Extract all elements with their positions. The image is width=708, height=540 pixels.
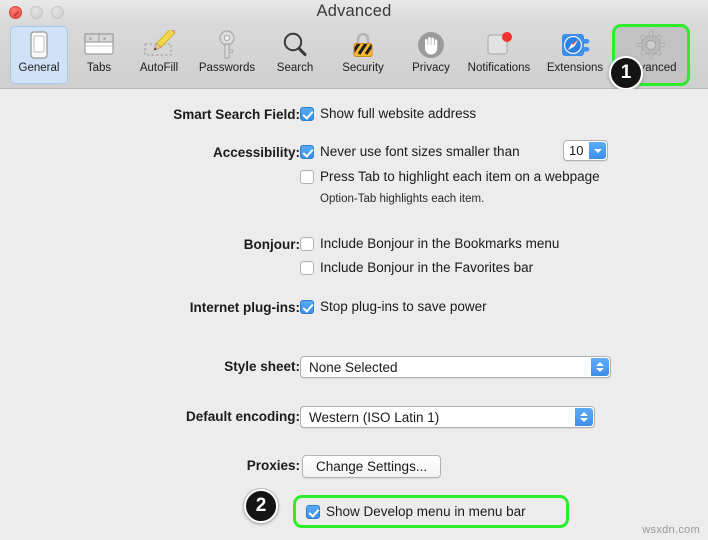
svg-text:×: ×	[89, 37, 92, 43]
label-internet-plugins: Internet plug-ins:	[189, 300, 300, 315]
change-settings-button[interactable]: Change Settings...	[302, 455, 442, 478]
checkbox-box[interactable]	[300, 106, 314, 121]
label-smart-search-field: Smart Search Field:	[173, 107, 300, 122]
toolbar-item-search[interactable]: Search	[266, 26, 324, 84]
title-bar: Advanced	[0, 0, 708, 27]
checkbox-press-tab[interactable]: Press Tab to highlight each item on a we…	[300, 169, 600, 184]
stepper-arrows-icon[interactable]	[575, 408, 593, 426]
checkbox-stop-plugins-save-power[interactable]: Stop plug-ins to save power	[300, 299, 487, 314]
watermark: wsxdn.com	[642, 524, 700, 536]
toolbar-item-passwords[interactable]: Passwords	[190, 26, 264, 84]
preferences-content: Smart Search Field: Show full website ad…	[0, 89, 708, 540]
checkbox-never-use-font-sizes[interactable]: Never use font sizes smaller than	[300, 144, 520, 159]
font-size-value: 10	[569, 143, 584, 158]
window-title: Advanced	[316, 2, 392, 20]
security-lock-icon	[346, 29, 380, 61]
default-encoding-value: Western (ISO Latin 1)	[309, 409, 440, 425]
toolbar-label-search: Search	[276, 62, 314, 74]
passwords-key-icon	[210, 29, 244, 61]
privacy-hand-icon	[414, 29, 448, 61]
chevron-down-icon[interactable]	[589, 142, 606, 159]
annotation-badge-1: 1	[609, 56, 643, 90]
style-sheet-popup[interactable]: None Selected	[300, 356, 611, 378]
checkbox-bonjour-bookmarks-menu[interactable]: Include Bonjour in the Bookmarks menu	[300, 236, 559, 251]
checkbox-label: Never use font sizes smaller than	[320, 144, 520, 159]
checkbox-box[interactable]	[300, 260, 314, 275]
safari-preferences-window: Advanced General × × Tabs AutoFill Passw…	[0, 0, 708, 540]
label-bonjour: Bonjour:	[243, 237, 300, 252]
checkbox-bonjour-favorites-bar[interactable]: Include Bonjour in the Favorites bar	[300, 260, 533, 275]
checkbox-label: Show full website address	[320, 106, 477, 121]
toolbar-label-passwords: Passwords	[198, 62, 256, 74]
checkbox-label: Press Tab to highlight each item on a we…	[320, 169, 600, 184]
checkbox-label: Include Bonjour in the Favorites bar	[320, 260, 534, 275]
toolbar-label-autofill: AutoFill	[139, 62, 179, 74]
general-icon	[22, 29, 56, 61]
tabs-icon: × ×	[82, 29, 116, 61]
checkbox-box[interactable]	[300, 236, 314, 251]
stepper-arrows-icon[interactable]	[591, 358, 609, 376]
toolbar-item-general[interactable]: General	[10, 26, 68, 84]
accessibility-hint: Option-Tab highlights each item.	[320, 193, 485, 205]
svg-text:×: ×	[103, 37, 106, 43]
toolbar-item-autofill[interactable]: AutoFill	[130, 26, 188, 84]
search-icon	[278, 29, 312, 61]
default-encoding-popup[interactable]: Western (ISO Latin 1)	[300, 406, 595, 428]
toolbar-item-extensions[interactable]: Extensions	[538, 26, 612, 84]
font-size-popup[interactable]: 10	[563, 140, 608, 161]
preferences-toolbar: General × × Tabs AutoFill Passwords Sear…	[0, 24, 708, 89]
highlight-box-develop-menu: Show Develop menu in menu bar	[293, 495, 569, 528]
checkbox-show-develop-menu[interactable]: Show Develop menu in menu bar	[306, 504, 526, 519]
advanced-gear-icon	[634, 29, 668, 61]
notifications-icon	[482, 29, 516, 61]
toolbar-item-privacy[interactable]: Privacy	[402, 26, 460, 84]
annotation-badge-2: 2	[244, 489, 278, 523]
style-sheet-value: None Selected	[309, 359, 398, 375]
checkbox-box[interactable]	[300, 144, 314, 159]
label-proxies: Proxies:	[246, 458, 300, 473]
toolbar-item-security[interactable]: Security	[326, 26, 400, 84]
extensions-icon	[558, 29, 592, 61]
checkbox-label: Include Bonjour in the Bookmarks menu	[320, 236, 560, 251]
checkbox-label: Show Develop menu in menu bar	[326, 504, 526, 519]
label-default-encoding: Default encoding:	[186, 409, 300, 424]
autofill-icon	[142, 29, 176, 61]
toolbar-label-security: Security	[342, 62, 384, 74]
toolbar-label-tabs: Tabs	[86, 62, 112, 74]
toolbar-label-privacy: Privacy	[412, 62, 450, 74]
checkbox-box[interactable]	[306, 504, 320, 519]
toolbar-item-tabs[interactable]: × × Tabs	[70, 26, 128, 84]
label-accessibility: Accessibility:	[212, 145, 300, 160]
checkbox-box[interactable]	[300, 299, 314, 314]
checkbox-label: Stop plug-ins to save power	[320, 299, 487, 314]
toolbar-label-notifications: Notifications	[467, 62, 531, 74]
toolbar-label-general: General	[18, 62, 60, 74]
toolbar-label-extensions: Extensions	[546, 62, 604, 74]
label-style-sheet: Style sheet:	[224, 359, 300, 374]
toolbar-item-notifications[interactable]: Notifications	[462, 26, 536, 84]
checkbox-show-full-address[interactable]: Show full website address	[300, 106, 476, 121]
checkbox-box[interactable]	[300, 169, 314, 184]
